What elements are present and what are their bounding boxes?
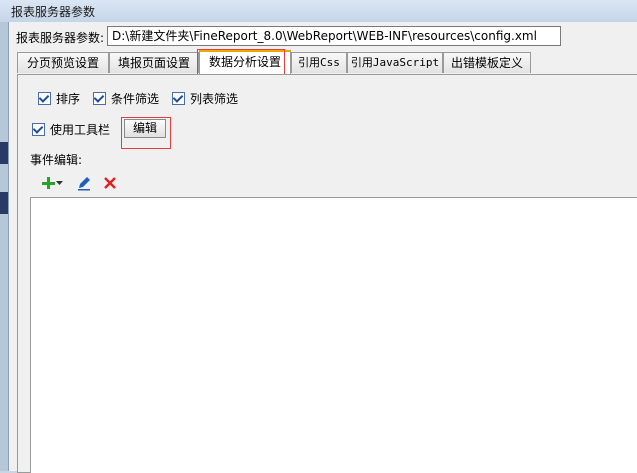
use-toolbar-checkbox[interactable]: 使用工具栏 <box>32 121 110 138</box>
checkbox-checked-icon <box>32 123 45 136</box>
checkbox-checked-icon <box>93 92 106 105</box>
tab-error-template[interactable]: 出错模板定义 <box>443 52 531 73</box>
tab-reference-css[interactable]: 引用Css <box>291 52 347 73</box>
config-path-field[interactable] <box>107 26 561 46</box>
dropdown-arrow-icon <box>55 180 63 185</box>
window-titlebar: 报表服务器参数 <box>0 0 637 22</box>
delete-event-button[interactable] <box>100 173 120 193</box>
tab-data-analysis[interactable]: 数据分析设置 <box>199 50 291 75</box>
event-edit-label: 事件编辑: <box>30 153 83 167</box>
tab-page-preview[interactable]: 分页预览设置 <box>17 52 109 73</box>
condition-filter-label: 条件筛选 <box>111 92 160 106</box>
window-title: 报表服务器参数 <box>11 5 96 19</box>
delete-x-icon <box>104 177 116 189</box>
tab-fill-page[interactable]: 填报页面设置 <box>109 52 199 73</box>
server-params-dialog: 报表服务器参数: 分页预览设置 填报页面设置 数据分析设置 引用Css 引用Ja… <box>8 22 637 473</box>
add-event-dropdown[interactable] <box>54 173 64 193</box>
event-list-area[interactable] <box>30 197 637 473</box>
checkbox-checked-icon <box>38 92 51 105</box>
config-path-label: 报表服务器参数: <box>16 31 105 45</box>
edit-event-button[interactable] <box>74 173 94 193</box>
use-toolbar-label: 使用工具栏 <box>50 123 111 137</box>
edit-pencil-icon <box>78 177 90 191</box>
checkbox-checked-icon <box>172 92 185 105</box>
sort-label: 排序 <box>56 92 81 106</box>
sort-checkbox[interactable]: 排序 <box>38 90 80 107</box>
list-filter-label: 列表筛选 <box>190 92 239 106</box>
tab-reference-javascript[interactable]: 引用JavaScript <box>347 52 443 73</box>
data-analysis-panel: 排序 条件筛选 列表筛选 使用工具栏 编辑 事件编辑: <box>17 74 637 473</box>
background-strip <box>0 142 8 164</box>
toolbar-edit-button[interactable]: 编辑 <box>124 119 166 138</box>
background-window-edge <box>0 22 8 471</box>
background-strip <box>0 192 8 214</box>
condition-filter-checkbox[interactable]: 条件筛选 <box>93 90 159 107</box>
list-filter-checkbox[interactable]: 列表筛选 <box>172 90 238 107</box>
